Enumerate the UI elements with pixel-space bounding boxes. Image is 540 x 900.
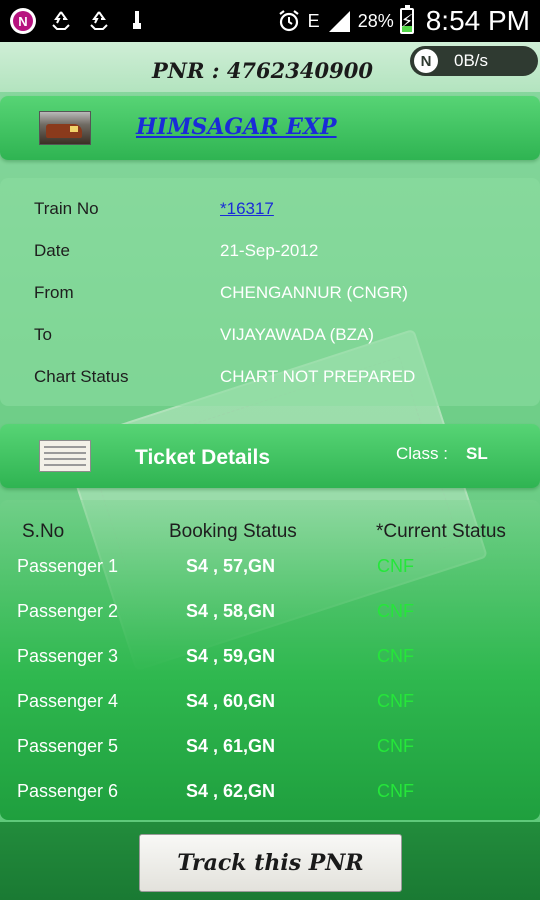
detail-label: To [34, 325, 52, 344]
detail-row-train-no: Train No *16317 [0, 199, 540, 225]
signal-strength-icon [326, 8, 352, 34]
passenger-row: Passenger 5 S4 , 61,GN CNF [0, 736, 540, 762]
train-icon [39, 111, 91, 145]
pnr-number: PNR : 4762340900 [152, 58, 373, 83]
passenger-name: Passenger 2 [17, 601, 119, 621]
passenger-row: Passenger 2 S4 , 58,GN CNF [0, 601, 540, 627]
detail-value: VIJAYAWADA (BZA) [220, 325, 374, 344]
battery-percent: 28% [357, 10, 394, 31]
booking-status: S4 , 57,GN [186, 556, 276, 576]
clock-time: 8:54 PM [425, 5, 530, 36]
passenger-row: Passenger 6 S4 , 62,GN CNF [0, 781, 540, 807]
passenger-name: Passenger 3 [17, 646, 119, 666]
booking-status: S4 , 59,GN [186, 646, 276, 666]
booking-status: S4 , 61,GN [186, 736, 276, 756]
passenger-name: Passenger 5 [17, 736, 119, 756]
status-bar: N E 28% ⚡ 8:54 PM [0, 0, 540, 42]
recycle-icon [48, 8, 74, 34]
detail-value: CHART NOT PREPARED [220, 367, 416, 386]
column-header-current-status: *Current Status [376, 521, 506, 542]
column-header-sno: S.No [22, 521, 65, 542]
net-meter-icon: N [414, 49, 438, 73]
train-number-link[interactable]: *16317 [220, 199, 274, 219]
current-status: CNF [377, 781, 414, 801]
recycle-icon [86, 8, 112, 34]
detail-row-date: Date 21-Sep-2012 [0, 241, 540, 267]
passenger-row: Passenger 4 S4 , 60,GN CNF [0, 691, 540, 717]
passenger-name: Passenger 6 [17, 781, 119, 801]
current-status: CNF [377, 601, 414, 621]
battery-charging-icon: ⚡ [399, 5, 414, 34]
usb-icon [124, 8, 150, 34]
current-status: CNF [377, 556, 414, 576]
detail-row-chart-status: Chart Status CHART NOT PREPARED [0, 367, 540, 393]
ticket-icon [39, 440, 91, 472]
passenger-name: Passenger 4 [17, 691, 119, 711]
net-meter-speed: 0B/s [454, 51, 489, 70]
detail-value: CHENGANNUR (CNGR) [220, 283, 408, 302]
class-label: Class : [396, 444, 448, 463]
detail-label: Chart Status [34, 367, 129, 386]
passenger-row: Passenger 1 S4 , 57,GN CNF [0, 556, 540, 582]
current-status: CNF [377, 736, 414, 756]
booking-status: S4 , 58,GN [186, 601, 276, 621]
passenger-row: Passenger 3 S4 , 59,GN CNF [0, 646, 540, 672]
booking-status: S4 , 60,GN [186, 691, 276, 711]
current-status: CNF [377, 691, 414, 711]
booking-status: S4 , 62,GN [186, 781, 276, 801]
ticket-details-title: Ticket Details [135, 446, 271, 469]
detail-row-from: From CHENGANNUR (CNGR) [0, 283, 540, 309]
detail-row-to: To VIJAYAWADA (BZA) [0, 325, 540, 351]
detail-label: Train No [34, 199, 99, 218]
edge-data-icon: E [307, 10, 320, 31]
train-name-link[interactable]: HIMSAGAR EXP [136, 114, 337, 140]
track-pnr-button[interactable]: Track this PNR [139, 834, 402, 892]
detail-value: 21-Sep-2012 [220, 241, 319, 260]
column-header-booking-status: Booking Status [169, 521, 297, 542]
current-status: CNF [377, 646, 414, 666]
alarm-clock-icon [276, 8, 302, 34]
notification-app-icon: N [10, 8, 36, 34]
detail-label: Date [34, 241, 70, 260]
detail-label: From [34, 283, 74, 302]
net-meter-widget[interactable]: N 0B/s [410, 46, 538, 76]
passenger-name: Passenger 1 [17, 556, 119, 576]
class-value: SL [466, 444, 488, 463]
